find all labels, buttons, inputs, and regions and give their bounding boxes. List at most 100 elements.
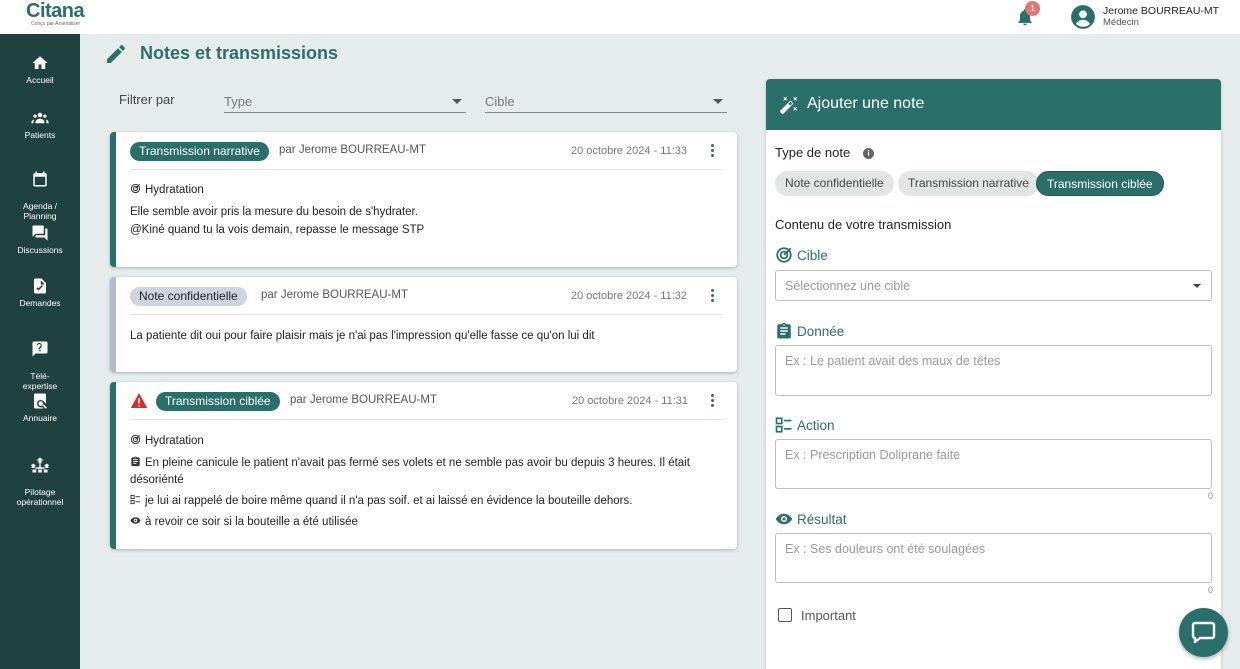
type-filter-placeholder: Type xyxy=(224,94,253,109)
important-label: Important xyxy=(801,608,856,623)
directory-icon xyxy=(34,393,47,409)
note-card: Transmission narrative par Jerome BOURRE… xyxy=(110,132,737,267)
action-textarea[interactable]: Ex : Prescription Doliprane faite xyxy=(775,439,1212,489)
cible-label-text: Cible xyxy=(797,248,828,263)
content-label: Contenu de votre transmission xyxy=(775,217,952,232)
target-icon xyxy=(130,434,141,445)
sidebar-item-accueil[interactable]: Accueil xyxy=(0,54,80,85)
magic-wand-icon xyxy=(779,96,798,115)
warning-icon xyxy=(130,393,148,408)
note-card: Transmission ciblée par Jerome BOURREAU-… xyxy=(110,382,737,549)
type-filter-select[interactable]: Type xyxy=(224,91,466,113)
note-date: 20 octobre 2024 - 11:33 xyxy=(571,145,687,157)
top-bar: Citana Conçu par Arsenalizer 1 Jerome BO… xyxy=(0,0,1240,34)
checklist-icon xyxy=(775,417,792,433)
chevron-down-icon xyxy=(452,99,462,104)
note-target: Hydratation xyxy=(130,433,723,450)
note-type-chip: Transmission narrative xyxy=(130,142,269,161)
action-char-counter: 0 xyxy=(1207,491,1213,501)
pencil-icon xyxy=(107,44,125,63)
note-card-header: Note confidentielle par Jerome BOURREAU-… xyxy=(130,285,723,315)
note-text-line: Elle semble avoir pris la mesure du beso… xyxy=(130,206,418,218)
chevron-down-icon xyxy=(713,99,723,104)
action-label: Action xyxy=(775,416,835,434)
important-checkbox[interactable] xyxy=(778,608,792,622)
type-option-ciblee[interactable]: Transmission ciblée xyxy=(1036,171,1164,196)
note-author: par Jerome BOURREAU-MT xyxy=(279,144,426,156)
question-icon xyxy=(32,341,48,357)
action-label-text: Action xyxy=(797,418,835,433)
filter-label: Filtrer par xyxy=(119,92,175,107)
note-target-text: Hydratation xyxy=(145,435,204,447)
resultat-textarea[interactable]: Ex : Ses douleurs ont été soulagées xyxy=(775,533,1212,583)
user-name[interactable]: Jerome BOURREAU-MT xyxy=(1103,5,1219,17)
more-options-icon[interactable] xyxy=(711,394,715,408)
clipboard-icon xyxy=(777,322,791,339)
note-type-label: Type de note xyxy=(775,145,851,160)
note-type-chip: Note confidentielle xyxy=(130,287,247,306)
eye-icon xyxy=(130,517,141,524)
target-icon xyxy=(130,183,141,194)
note-card-header: Transmission narrative par Jerome BOURRE… xyxy=(130,140,723,170)
chat-button[interactable] xyxy=(1179,608,1228,657)
sidebar-item-patients[interactable]: Patients xyxy=(0,109,80,140)
checklist-icon xyxy=(130,494,141,505)
donnee-label-text: Donnée xyxy=(797,324,845,339)
note-donnee-continued: désoriénté xyxy=(130,474,184,486)
sidebar-item-label: Discussions xyxy=(17,245,63,255)
sidebar-item-label: Demandes xyxy=(19,298,61,308)
note-text-line: @Kiné quand tu la vois demain, repasse l… xyxy=(130,224,425,236)
cible-label: Cible xyxy=(775,246,828,264)
logo-name: Citana xyxy=(26,0,85,22)
add-note-panel: Ajouter une note Type de note i Note con… xyxy=(766,79,1221,669)
sidebar-item-teleexpertise[interactable]: Télé- expertise xyxy=(0,330,80,391)
note-author: par Jerome BOURREAU-MT xyxy=(290,394,437,406)
note-action: je lui ai rappelé de boire même quand il… xyxy=(130,493,723,510)
cible-filter-select[interactable]: Cible xyxy=(485,91,727,113)
action-placeholder: Ex : Prescription Doliprane faite xyxy=(785,448,961,462)
note-text-line: La patiente dit oui pour faire plaisir m… xyxy=(130,330,595,342)
network-icon xyxy=(31,457,49,473)
sidebar-item-demandes[interactable]: Demandes xyxy=(0,277,80,308)
sidebar-item-label: Patients xyxy=(24,130,56,140)
info-icon[interactable]: i xyxy=(863,148,874,159)
donnee-textarea[interactable]: Ex : Le patient avait des maux de têtes xyxy=(775,345,1212,396)
type-option-narrative[interactable]: Transmission narrative xyxy=(898,171,1039,196)
note-target: Hydratation xyxy=(130,182,723,199)
chat-bubble-icon xyxy=(1191,621,1216,644)
note-date: 20 octobre 2024 - 11:32 xyxy=(571,290,687,302)
cible-select[interactable]: Sélectionnez une cible xyxy=(775,270,1212,301)
note-donnee-text: En pleine canicule le patient n'avait pa… xyxy=(145,457,690,469)
note-date: 20 octobre 2024 - 11:31 xyxy=(572,395,688,407)
avatar[interactable] xyxy=(1070,4,1096,30)
type-option-confidentielle[interactable]: Note confidentielle xyxy=(775,171,894,196)
sidebar-item-agenda[interactable]: Agenda / Planning xyxy=(0,160,80,221)
sidebar: Accueil Patients Agenda / Planning Discu… xyxy=(0,34,80,669)
resultat-label-text: Résultat xyxy=(797,512,847,527)
resultat-label: Résultat xyxy=(775,510,847,528)
more-options-icon[interactable] xyxy=(711,289,715,303)
logo[interactable]: Citana Conçu par Arsenalizer xyxy=(26,0,85,27)
sidebar-item-discussions[interactable]: Discussions xyxy=(0,224,80,255)
chat-icon xyxy=(32,225,48,241)
logo-tagline: Conçu par Arsenalizer xyxy=(31,21,81,27)
note-resultat-text: à revoir ce soir si la bouteille a été u… xyxy=(145,516,358,528)
panel-title: Ajouter une note xyxy=(807,95,925,112)
note-card-header: Transmission ciblée par Jerome BOURREAU-… xyxy=(130,390,723,420)
sidebar-item-annuaire[interactable]: Annuaire xyxy=(0,392,80,423)
note-type-chip: Transmission ciblée xyxy=(156,392,280,411)
calendar-icon xyxy=(33,171,47,187)
resultat-placeholder: Ex : Ses douleurs ont été soulagées xyxy=(785,542,986,556)
user-role: Médecin xyxy=(1103,17,1139,28)
sidebar-item-label: Agenda / Planning xyxy=(22,201,58,221)
chevron-down-icon xyxy=(1193,284,1201,288)
more-options-icon[interactable] xyxy=(711,144,715,158)
sidebar-item-label: Accueil xyxy=(26,75,54,85)
panel-header: Ajouter une note xyxy=(766,79,1221,130)
note-resultat: à revoir ce soir si la bouteille a été u… xyxy=(130,514,723,531)
document-icon xyxy=(34,278,46,294)
sidebar-item-pilotage[interactable]: Pilotage opérationnel xyxy=(0,446,80,507)
sidebar-item-label: Télé- expertise xyxy=(22,371,58,391)
home-icon xyxy=(32,56,48,69)
donnee-label: Donnée xyxy=(775,322,844,340)
